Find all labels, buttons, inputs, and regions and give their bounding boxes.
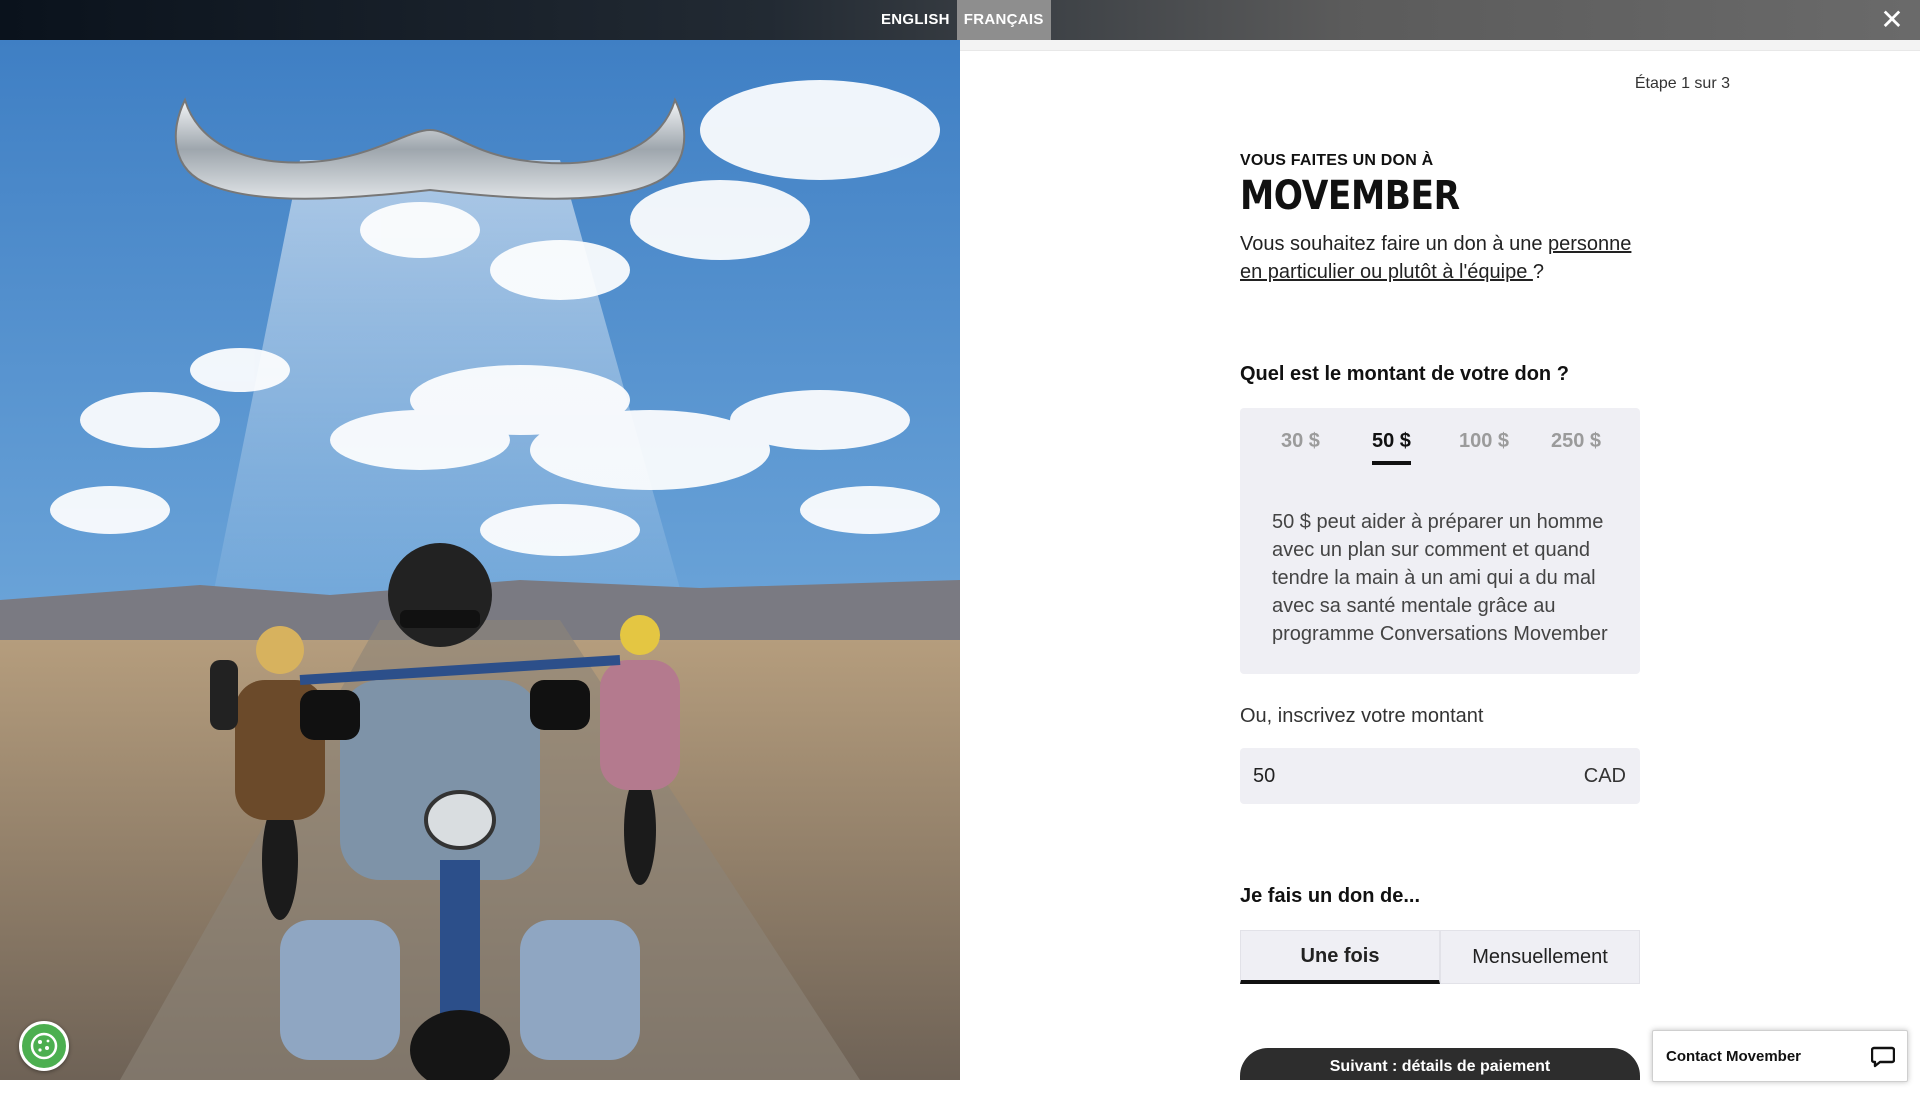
intro-prefix: Vous souhaitez faire un don à une — [1240, 233, 1549, 255]
recipient-name: MOVEMBER — [1240, 173, 1460, 219]
hero-image — [0, 40, 960, 1080]
currency-label: CAD — [1583, 765, 1626, 787]
amount-tabs: 30 $ 50 $ 100 $ 250 $ — [1240, 408, 1640, 478]
donation-intro: Vous souhaitez faire un don à une person… — [1240, 230, 1640, 286]
close-icon[interactable]: ✕ — [1876, 4, 1908, 36]
contact-label: Contact Movember — [1666, 1048, 1802, 1065]
custom-amount-label: Ou, inscrivez votre montant — [1240, 705, 1484, 727]
frequency-toggle: Une fois Mensuellement — [1240, 930, 1640, 984]
donation-header: VOUS FAITES UN DON À MOVEMBER Vous souha… — [1240, 152, 1640, 286]
language-english[interactable]: ENGLISH — [874, 0, 957, 40]
frequency-once-button[interactable]: Une fois — [1240, 930, 1440, 984]
amount-option-100[interactable]: 100 $ — [1459, 430, 1509, 453]
contact-widget[interactable]: Contact Movember — [1652, 1030, 1908, 1082]
custom-amount-field[interactable]: CAD — [1240, 748, 1640, 804]
amount-description: 50 $ peut aider à préparer un homme avec… — [1272, 511, 1608, 645]
amount-question: Quel est le montant de votre don ? — [1240, 363, 1569, 385]
amount-selector: 30 $ 50 $ 100 $ 250 $ 50 $ peut aider à … — [1240, 408, 1640, 674]
panel-divider — [960, 40, 1920, 51]
step-indicator: Étape 1 sur 3 — [1634, 75, 1730, 92]
cookie-icon[interactable] — [19, 1021, 69, 1071]
donation-panel: Étape 1 sur 3 VOUS FAITES UN DON À MOVEM… — [960, 40, 1920, 1104]
language-switcher: ENGLISH FRANÇAIS — [874, 0, 1051, 40]
amount-option-50[interactable]: 50 $ — [1372, 430, 1411, 465]
amount-option-30[interactable]: 30 $ — [1281, 430, 1320, 453]
chat-bubble-icon — [1871, 1046, 1895, 1068]
language-french[interactable]: FRANÇAIS — [956, 0, 1051, 40]
hero-illustration — [0, 40, 960, 1080]
cookie-glyph — [30, 1032, 58, 1060]
top-bar: ENGLISH FRANÇAIS ✕ — [0, 0, 1920, 40]
donation-eyebrow: VOUS FAITES UN DON À — [1240, 152, 1434, 169]
bottom-edge — [0, 1080, 1920, 1104]
frequency-question: Je fais un don de... — [1240, 885, 1421, 907]
frequency-monthly-button[interactable]: Mensuellement — [1440, 930, 1640, 984]
intro-suffix: ? — [1532, 261, 1545, 283]
amount-option-250[interactable]: 250 $ — [1551, 430, 1601, 453]
custom-amount-input[interactable] — [1253, 748, 1553, 804]
